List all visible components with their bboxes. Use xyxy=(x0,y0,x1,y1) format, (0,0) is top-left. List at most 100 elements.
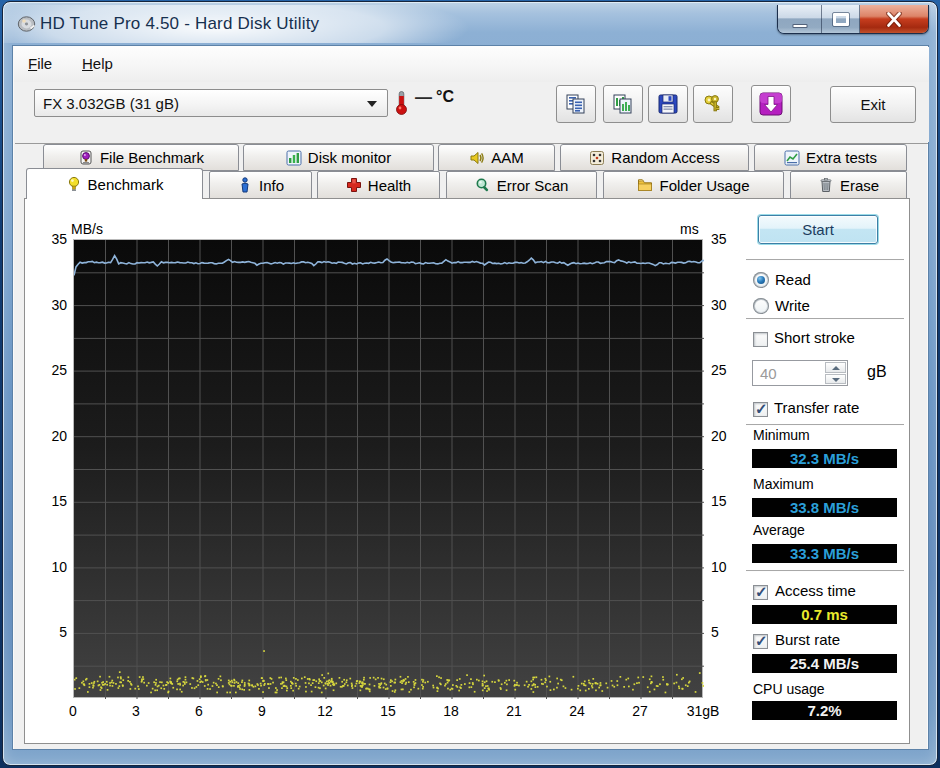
tab-label: AAM xyxy=(491,149,524,166)
temperature-unit: °C xyxy=(436,88,454,106)
y-axis-right-tick: 30 xyxy=(711,297,751,313)
tab-label: Health xyxy=(368,177,411,194)
access-time-checkbox[interactable]: ✓ xyxy=(753,585,768,600)
x-axis-tick: 9 xyxy=(240,703,284,719)
tab-benchmark[interactable]: Benchmark xyxy=(26,168,203,199)
tab-file-benchmark[interactable]: File Benchmark xyxy=(43,144,239,171)
minimize-icon xyxy=(792,24,807,28)
maximize-button[interactable] xyxy=(822,5,860,33)
write-label[interactable]: Write xyxy=(775,297,810,314)
chart-icon-glyph xyxy=(784,150,800,166)
read-radio[interactable] xyxy=(753,272,769,288)
separator xyxy=(746,259,904,260)
tab-label: Disk monitor xyxy=(308,149,391,166)
tab-aam[interactable]: AAM xyxy=(438,144,555,171)
x-axis-tick: 31gB xyxy=(681,703,725,719)
dice-icon-glyph xyxy=(589,150,605,166)
close-icon xyxy=(886,12,902,27)
tab-folder-usage[interactable]: Folder Usage xyxy=(603,171,784,199)
lamp-purple-icon-glyph xyxy=(78,150,94,166)
chart-icon xyxy=(784,150,800,166)
y-axis-right-tick: 15 xyxy=(711,493,751,509)
menu-file[interactable]: File xyxy=(28,55,52,72)
arrow-up-icon xyxy=(832,366,840,370)
access-time-label[interactable]: Access time xyxy=(775,582,856,599)
minimum-label: Minimum xyxy=(753,427,810,443)
y-axis-left-tick: 20 xyxy=(29,428,67,444)
tab-health[interactable]: Health xyxy=(317,171,440,199)
tab-label: Folder Usage xyxy=(659,177,749,194)
x-axis-tick: 3 xyxy=(114,703,158,719)
cpu-usage-label: CPU usage xyxy=(753,681,825,697)
tab-disk-monitor[interactable]: Disk monitor xyxy=(243,144,434,171)
exit-button[interactable]: Exit xyxy=(830,86,916,123)
keys-icon xyxy=(701,92,725,116)
device-selector[interactable]: FX 3.032GB (31 gB) xyxy=(34,89,388,117)
x-axis-tick: 24 xyxy=(555,703,599,719)
temperature-value: — xyxy=(415,88,433,108)
tab-label: Benchmark xyxy=(88,176,164,193)
x-axis-tick: 18 xyxy=(429,703,473,719)
y-axis-right-tick: 25 xyxy=(711,362,751,378)
minimize-button[interactable] xyxy=(778,5,822,33)
hdd-glyph xyxy=(17,15,36,32)
speaker-icon-glyph xyxy=(469,150,485,166)
thermometer-glyph xyxy=(395,90,408,115)
update-button[interactable] xyxy=(751,85,791,123)
tab-info[interactable]: Info xyxy=(209,171,312,199)
x-axis-tick: 6 xyxy=(177,703,221,719)
menu-help[interactable]: Help xyxy=(82,55,113,72)
app-icon xyxy=(17,15,36,32)
copy-text-button[interactable] xyxy=(556,85,596,123)
burst-rate-label[interactable]: Burst rate xyxy=(775,631,840,648)
separator xyxy=(746,318,904,319)
write-radio[interactable] xyxy=(753,298,769,314)
copy-image-button[interactable] xyxy=(603,85,643,123)
y-axis-right-tick: 20 xyxy=(711,428,751,444)
menu-bar: File Help xyxy=(14,47,929,82)
bars-icon-glyph xyxy=(286,150,302,166)
radio-face xyxy=(755,300,767,312)
tab-label: File Benchmark xyxy=(100,149,204,166)
transfer-rate-label[interactable]: Transfer rate xyxy=(774,399,859,416)
spinner-down-button[interactable] xyxy=(825,374,846,385)
tab-extra-tests[interactable]: Extra tests xyxy=(754,144,907,171)
burst-rate-checkbox[interactable]: ✓ xyxy=(753,634,768,649)
close-x-glyph xyxy=(886,12,902,27)
y-axis-right-tick: 10 xyxy=(711,559,751,575)
x-axis-tick: 27 xyxy=(618,703,662,719)
info-icon xyxy=(237,177,253,193)
transfer-rate-checkbox[interactable]: ✓ xyxy=(753,402,768,417)
read-label[interactable]: Read xyxy=(775,271,811,288)
short-stroke-label[interactable]: Short stroke xyxy=(774,329,855,346)
options-button[interactable] xyxy=(693,85,733,123)
cpu-usage-value: 7.2% xyxy=(752,701,897,720)
app-window: HD Tune Pro 4.50 - Hard Disk Utility Fil… xyxy=(2,1,938,766)
y-axis-left-tick: 15 xyxy=(29,493,67,509)
save-icon xyxy=(656,92,680,116)
benchmark-chart xyxy=(73,239,703,698)
tab-label: Extra tests xyxy=(806,149,877,166)
tab-random-access[interactable]: Random Access xyxy=(560,144,749,171)
x-axis-tick: 15 xyxy=(366,703,410,719)
device-selector-value: FX 3.032GB (31 gB) xyxy=(43,95,179,112)
close-button[interactable] xyxy=(860,5,928,33)
checkmark-icon: ✓ xyxy=(755,400,768,418)
radio-selected-dot xyxy=(757,276,765,284)
maximum-label: Maximum xyxy=(753,476,814,492)
folder-icon xyxy=(637,177,653,193)
speaker-icon xyxy=(469,150,485,166)
arrow-down-icon xyxy=(832,378,840,382)
spinner-up-button[interactable] xyxy=(825,362,846,373)
short-stroke-size-value: 40 xyxy=(760,365,777,382)
tab-erase[interactable]: Erase xyxy=(790,171,907,199)
bars-icon xyxy=(286,150,302,166)
save-button[interactable] xyxy=(648,85,688,123)
title-bar[interactable]: HD Tune Pro 4.50 - Hard Disk Utility xyxy=(3,2,937,45)
short-stroke-checkbox[interactable] xyxy=(753,332,768,347)
start-button[interactable]: Start xyxy=(758,215,878,244)
tab-error-scan[interactable]: Error Scan xyxy=(446,171,597,199)
short-stroke-size-spinner[interactable]: 40 xyxy=(752,360,848,386)
magnifier-icon-glyph xyxy=(475,177,491,193)
tab-label: Random Access xyxy=(611,149,719,166)
